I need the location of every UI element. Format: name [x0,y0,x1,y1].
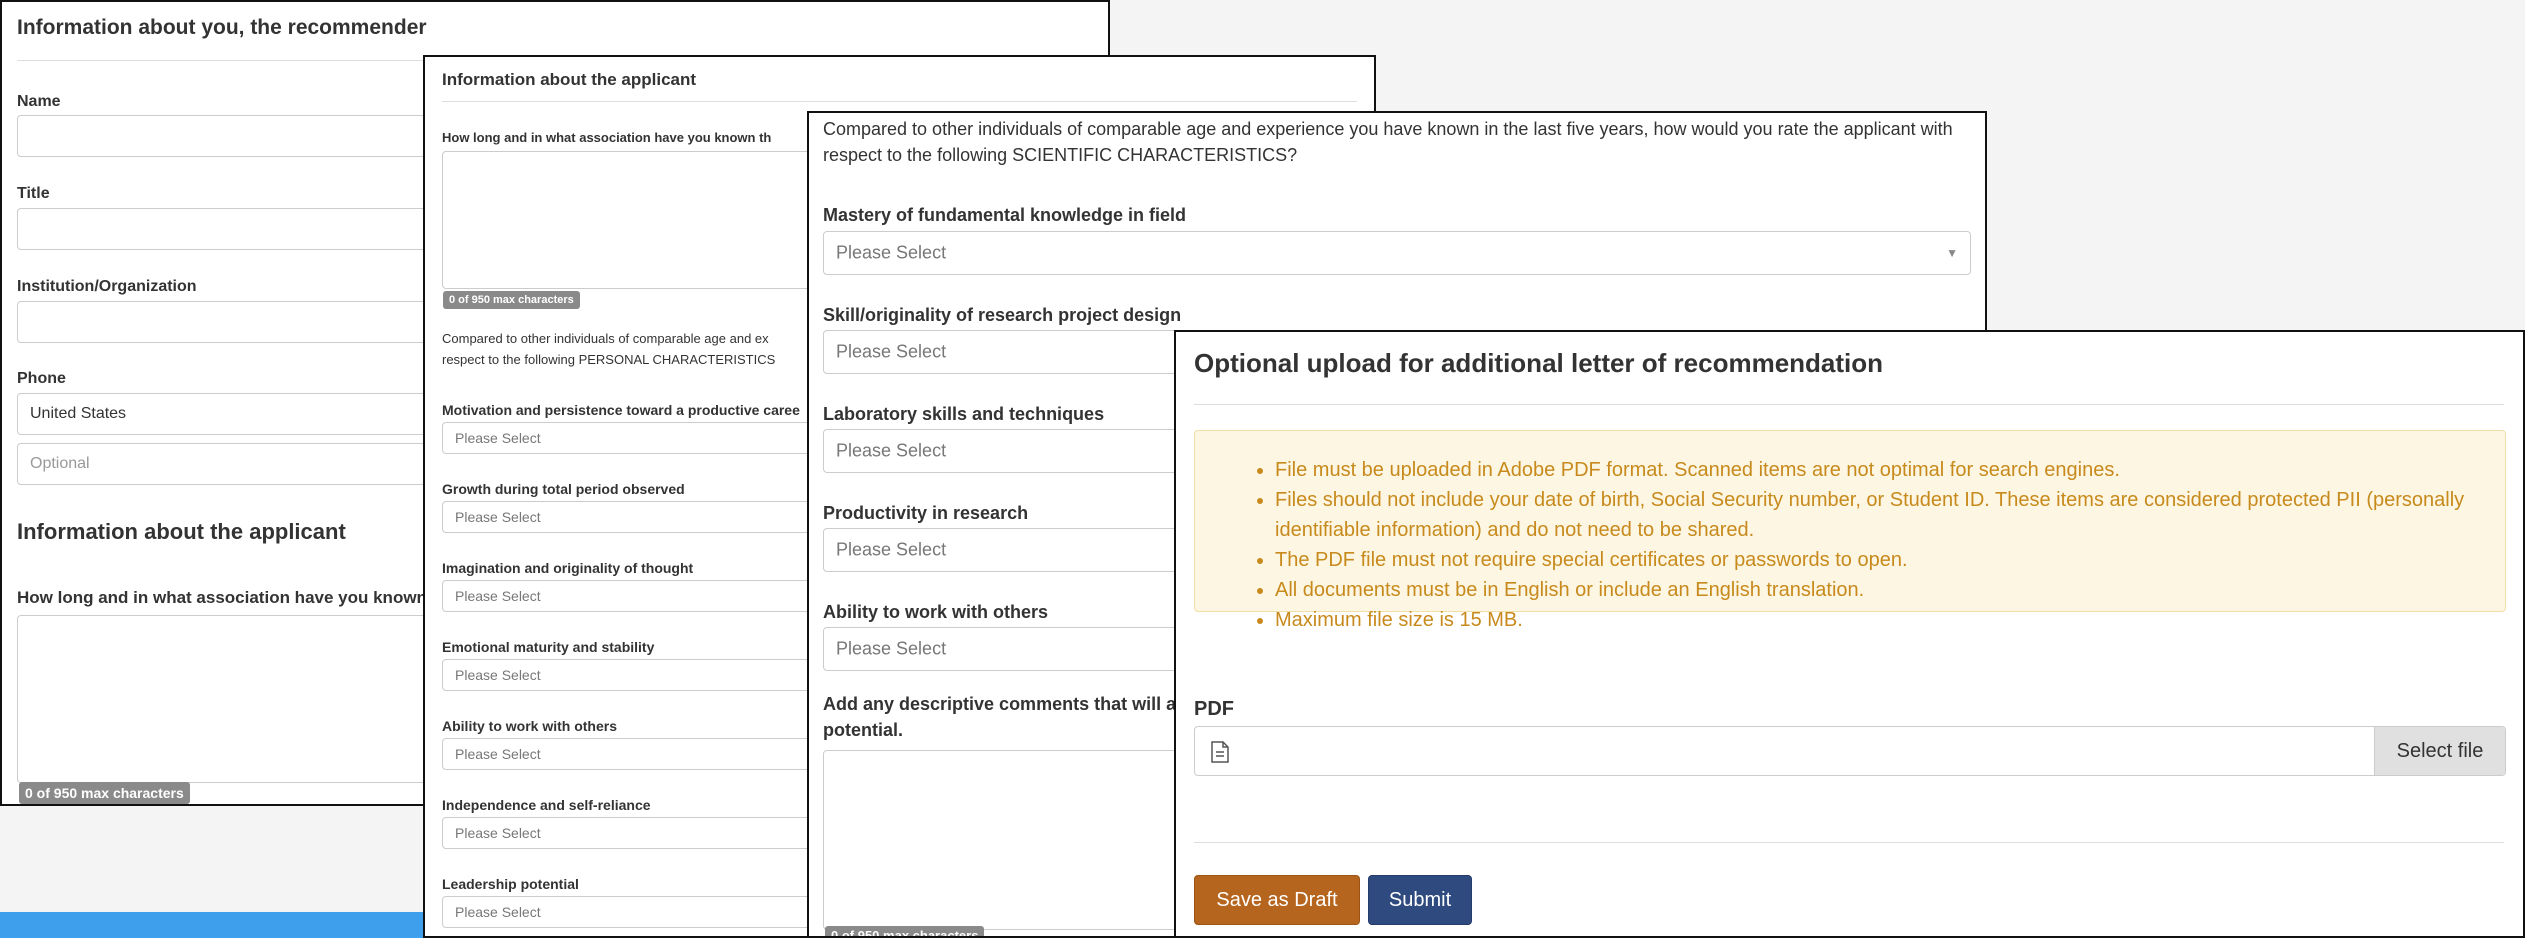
title-label: Title [17,185,50,202]
select-placeholder: Please Select [455,667,541,683]
chevron-down-icon: ▼ [1946,246,1958,260]
rating-label-teamwork: Ability to work with others [823,602,1049,622]
scientific-intro-line1: Compared to other individuals of compara… [823,119,1953,139]
select-placeholder: Please Select [455,509,541,525]
select-placeholder: Please Select [455,588,541,604]
select-placeholder: Please Select [455,430,541,446]
heading-divider [442,101,1357,102]
name-label: Name [17,93,61,110]
personal-intro-line2: respect to the following PERSONAL CHARAC… [442,352,776,367]
select-placeholder: Please Select [455,904,541,920]
rating-label-mastery: Mastery of fundamental knowledge in fiel… [823,205,1187,225]
select-placeholder: Please Select [836,638,947,659]
rating-label-growth: Growth during total period observed [442,481,685,497]
notice-item: All documents must be in English or incl… [1275,575,2505,605]
comments-label-line2: potential. [823,720,903,740]
notice-item: Files should not include your date of bi… [1275,485,2505,545]
rating-label-imagination: Imagination and originality of thought [442,560,694,576]
select-placeholder: Please Select [836,440,947,461]
rating-select-mastery[interactable]: Please Select ▼ [823,231,1971,275]
upload-heading: Optional upload for additional letter of… [1194,348,1884,378]
recommender-heading: Information about you, the recommender [17,16,427,39]
char-count-badge: 0 of 950 max characters [443,291,580,309]
notice-item: The PDF file must not require special ce… [1275,545,2505,575]
applicant-heading: Information about the applicant [442,70,697,89]
pdf-file-input[interactable]: Select file [1194,726,2506,776]
rating-label-research-design: Skill/originality of research project de… [823,305,1182,325]
institution-label: Institution/Organization [17,278,197,295]
select-placeholder: Please Select [455,746,541,762]
phone-number-placeholder: Optional [30,455,90,472]
rating-label-leadership: Leadership potential [442,876,579,892]
select-placeholder: Please Select [836,341,947,362]
pdf-label: PDF [1194,698,1234,720]
char-count-badge: 0 of 950 max characters [19,782,190,804]
association-label: How long and in what association have yo… [17,588,427,607]
comments-label-line1: Add any descriptive comments that will a [823,694,1177,714]
submit-button[interactable]: Submit [1368,875,1472,925]
select-file-button[interactable]: Select file [2374,727,2505,775]
select-placeholder: Please Select [836,539,947,560]
applicant-heading: Information about the applicant [17,519,346,544]
personal-intro-line1: Compared to other individuals of compara… [442,331,769,346]
phone-country-value: United States [30,405,127,422]
save-draft-button[interactable]: Save as Draft [1194,875,1360,925]
footer-divider [1194,842,2504,843]
rating-label-teamwork: Ability to work with others [442,718,618,734]
optional-upload-panel: Optional upload for additional letter of… [1174,330,2525,938]
rating-label-emotional: Emotional maturity and stability [442,639,655,655]
file-icon [1211,741,1229,763]
upload-guidelines-notice: File must be uploaded in Adobe PDF forma… [1194,430,2506,631]
scientific-intro-line2: respect to the following SCIENTIFIC CHAR… [823,145,1298,165]
association-label: How long and in what association have yo… [442,130,772,145]
rating-label-lab-skills: Laboratory skills and techniques [823,404,1105,424]
char-count-badge: 0 of 950 max characters [825,926,985,936]
rating-label-motivation: Motivation and persistence toward a prod… [442,402,800,418]
notice-item: File must be uploaded in Adobe PDF forma… [1275,455,2505,485]
heading-divider [1194,404,2504,405]
notice-item: Maximum file size is 15 MB. [1275,605,2505,635]
select-placeholder: Please Select [455,825,541,841]
phone-label: Phone [17,370,66,387]
rating-label-productivity: Productivity in research [823,503,1029,523]
select-placeholder: Please Select [836,242,947,263]
rating-label-independence: Independence and self-reliance [442,797,651,813]
